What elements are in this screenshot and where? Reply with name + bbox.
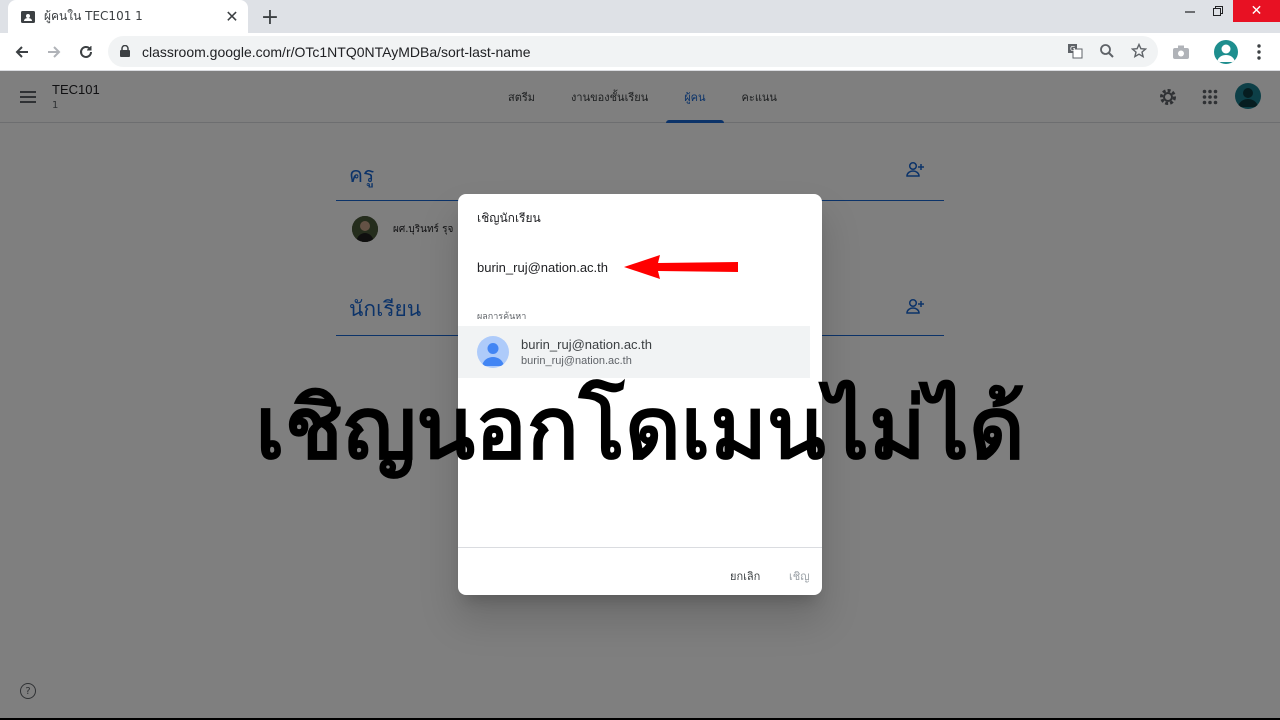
browser-tab-strip: ผู้คนใน TEC101 1 ✕ + ✕ <box>0 0 1280 33</box>
classroom-icon <box>20 9 36 25</box>
person-avatar-icon <box>477 336 509 368</box>
svg-text:G: G <box>1070 45 1075 53</box>
invite-email-input[interactable]: burin_ruj@nation.ac.th <box>477 260 608 275</box>
dialog-title: เชิญนักเรียน <box>477 211 541 225</box>
result-email: burin_ruj@nation.ac.th <box>521 355 632 367</box>
search-result-text: burin_ruj@nation.ac.th burin_ruj@nation.… <box>521 337 652 367</box>
invite-button[interactable]: เชิญ <box>789 567 810 585</box>
star-icon[interactable] <box>1128 40 1150 62</box>
url-text: classroom.google.com/r/OTc1NTQ0NTAyMDBa/… <box>142 43 531 60</box>
kebab-menu-icon[interactable] <box>1246 39 1272 65</box>
zoom-icon[interactable] <box>1096 40 1118 62</box>
arrow-forward-icon[interactable] <box>40 38 68 66</box>
search-result-item[interactable]: burin_ruj@nation.ac.th burin_ruj@nation.… <box>458 326 810 378</box>
restore-window-button[interactable] <box>1202 0 1234 22</box>
translate-icon[interactable]: G <box>1064 40 1086 62</box>
lock-icon <box>120 42 130 61</box>
result-name: burin_ruj@nation.ac.th <box>521 337 652 352</box>
reload-icon[interactable] <box>72 38 100 66</box>
browser-toolbar: classroom.google.com/r/OTc1NTQ0NTAyMDBa/… <box>0 33 1280 71</box>
cancel-button[interactable]: ยกเลิก <box>730 567 760 585</box>
search-results-label: ผลการค้นหา <box>477 312 527 322</box>
arrow-back-icon[interactable] <box>8 38 36 66</box>
camera-icon[interactable] <box>1168 39 1194 65</box>
tab-title: ผู้คนใน TEC101 1 <box>44 9 143 23</box>
plus-icon[interactable]: + <box>258 5 282 30</box>
red-arrow-annotation <box>624 255 738 279</box>
overlay-caption: เชิญนอกโดเมนไม่ได้ <box>255 379 1025 479</box>
address-bar[interactable]: classroom.google.com/r/OTc1NTQ0NTAyMDBa/… <box>108 36 1158 67</box>
browser-tab[interactable]: ผู้คนใน TEC101 1 ✕ <box>8 0 248 33</box>
close-icon[interactable]: ✕ <box>222 7 242 27</box>
dialog-divider <box>458 547 822 548</box>
close-window-button[interactable]: ✕ <box>1233 0 1280 22</box>
profile-avatar[interactable] <box>1214 40 1238 64</box>
